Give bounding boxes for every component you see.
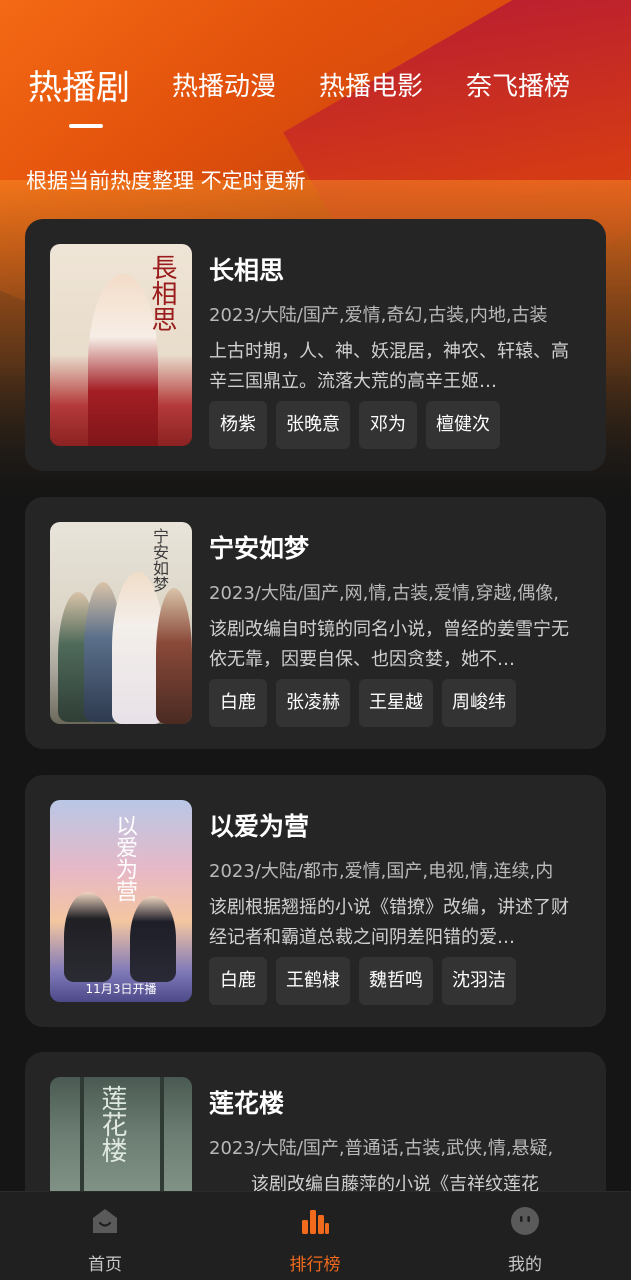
- list-subtitle: 根据当前热度整理 不定时更新: [26, 169, 306, 193]
- poster-title: 莲花楼: [97, 1085, 127, 1163]
- actor-list: 杨紫 张晚意 邓为 檀健次: [209, 401, 500, 449]
- drama-title: 以爱为营: [209, 812, 310, 841]
- category-tabs: 热播剧 热播动漫 热播电影 奈飞播榜: [0, 66, 631, 130]
- poster-image: 宁安如梦: [50, 522, 192, 724]
- tab-hot-drama[interactable]: 热播剧: [28, 60, 130, 109]
- drama-description: 该剧改编自时镜的同名小说，曾经的姜雪宁无依无靠，因要自保、也因贪婪，她不…: [209, 619, 569, 670]
- drama-description: 上古时期，人、神、妖混居，神农、轩辕、高辛三国鼎立。流落大荒的高辛王姬…: [209, 341, 569, 392]
- drama-description: 该剧改编自藤萍的小说《吉祥纹莲花: [251, 1174, 539, 1191]
- actor-chip[interactable]: 邓为: [359, 401, 417, 449]
- actor-chip[interactable]: 王鹤棣: [276, 957, 350, 1005]
- poster-image: 莲花楼: [50, 1077, 192, 1191]
- actor-chip[interactable]: 周峻纬: [442, 679, 516, 727]
- poster-title: 長相思: [147, 254, 177, 332]
- actor-chip[interactable]: 白鹿: [209, 957, 267, 1005]
- actor-chip[interactable]: 沈羽洁: [442, 957, 516, 1005]
- nav-profile[interactable]: 我的: [460, 1192, 590, 1280]
- actor-chip[interactable]: 张晚意: [276, 401, 350, 449]
- tab-hot-anime[interactable]: 热播动漫: [172, 66, 276, 103]
- profile-icon: [511, 1207, 539, 1235]
- poster-title: 宁安如梦: [150, 528, 169, 592]
- drama-card[interactable]: 以爱为营 11月3日开播 以爱为营 2023/大陆/都市,爱情,国产,电视,情,…: [25, 775, 606, 1027]
- drama-meta: 2023/大陆/都市,爱情,国产,电视,情,连续,内: [209, 861, 554, 882]
- nav-ranking[interactable]: 排行榜: [250, 1192, 380, 1280]
- drama-card[interactable]: 宁安如梦 宁安如梦 2023/大陆/国产,网,情,古装,爱情,穿越,偶像, 该剧…: [25, 497, 606, 749]
- drama-description: 该剧根据翘摇的小说《错撩》改编，讲述了财经记者和霸道总裁之间阴差阳错的爱…: [209, 897, 569, 948]
- nav-label: 我的: [508, 1255, 542, 1275]
- actor-list: 白鹿 张凌赫 王星越 周峻纬: [209, 679, 516, 727]
- drama-title: 长相思: [209, 256, 285, 285]
- actor-chip[interactable]: 白鹿: [209, 679, 267, 727]
- actor-chip[interactable]: 檀健次: [426, 401, 500, 449]
- nav-label: 排行榜: [289, 1255, 341, 1275]
- home-icon: [93, 1209, 117, 1233]
- drama-card[interactable]: 莲花楼 莲花楼 2023/大陆/国产,普通话,古装,武侠,情,悬疑, 该剧改编自…: [25, 1052, 606, 1191]
- poster-caption: 11月3日开播: [85, 982, 157, 996]
- poster-image: 以爱为营 11月3日开播: [50, 800, 192, 1002]
- drama-meta: 2023/大陆/国产,普通话,古装,武侠,情,悬疑,: [209, 1138, 554, 1159]
- drama-meta: 2023/大陆/国产,爱情,奇幻,古装,内地,古装: [209, 305, 548, 326]
- tab-hot-movie[interactable]: 热播电影: [319, 66, 423, 103]
- ranking-icon: [302, 1210, 329, 1234]
- tab-netflix-chart[interactable]: 奈飞播榜: [466, 66, 570, 103]
- actor-chip[interactable]: 张凌赫: [276, 679, 350, 727]
- drama-title: 宁安如梦: [209, 534, 310, 563]
- actor-chip[interactable]: 王星越: [359, 679, 433, 727]
- drama-card[interactable]: 長相思 长相思 2023/大陆/国产,爱情,奇幻,古装,内地,古装 上古时期，人…: [25, 219, 606, 471]
- bottom-navigation: 首页 排行榜 我的: [0, 1191, 631, 1280]
- nav-label: 首页: [88, 1255, 122, 1275]
- actor-chip[interactable]: 杨紫: [209, 401, 267, 449]
- active-tab-indicator: [69, 124, 103, 128]
- poster-image: 長相思: [50, 244, 192, 446]
- drama-meta: 2023/大陆/国产,网,情,古装,爱情,穿越,偶像,: [209, 583, 559, 604]
- nav-home[interactable]: 首页: [40, 1192, 170, 1280]
- drama-title: 莲花楼: [209, 1089, 285, 1118]
- actor-chip[interactable]: 魏哲鸣: [359, 957, 433, 1005]
- poster-title: 以爱为营: [112, 814, 137, 902]
- actor-list: 白鹿 王鹤棣 魏哲鸣 沈羽洁: [209, 957, 516, 1005]
